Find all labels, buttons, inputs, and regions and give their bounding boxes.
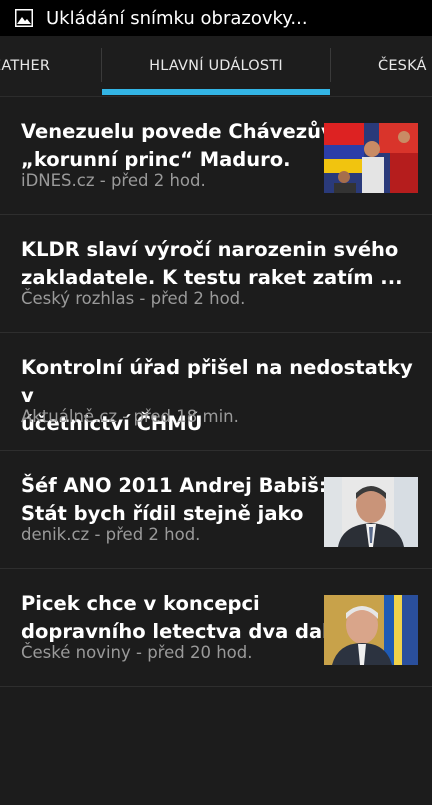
news-source: denik.cz - před 2 hod. [21, 525, 201, 544]
news-item[interactable] [0, 687, 432, 805]
news-title: Venezuelu povede Chávezův „korunní princ… [21, 118, 334, 174]
tab-top-stories[interactable]: HLAVNÍ UDÁLOSTI [102, 36, 330, 96]
news-thumbnail [324, 595, 418, 665]
tab-bar: EATHER HLAVNÍ UDÁLOSTI ČESKÁ R [0, 36, 432, 97]
status-text: Ukládání snímku obrazovky... [46, 7, 308, 29]
tab-divider [330, 48, 331, 82]
news-title-line: KLDR slaví výročí narozenin svého [21, 238, 399, 261]
news-title-line: Stát bych řídil stejně jako [21, 502, 304, 525]
news-item[interactable]: Picek chce v koncepci dopravního letectv… [0, 569, 432, 687]
news-item[interactable]: Šéf ANO 2011 Andrej Babiš: Stát bych říd… [0, 451, 432, 569]
active-tab-indicator [102, 89, 330, 95]
image-icon [13, 7, 35, 29]
news-item[interactable]: Kontrolní úřad přišel na nedostatky v úč… [0, 333, 432, 451]
news-source: iDNES.cz - před 2 hod. [21, 171, 206, 190]
news-source: Český rozhlas - před 2 hod. [21, 289, 246, 308]
news-item[interactable]: Venezuelu povede Chávezův „korunní princ… [0, 97, 432, 215]
news-title-line: Picek chce v koncepci [21, 592, 260, 615]
news-title-line: Venezuelu povede Chávezův [21, 120, 334, 143]
news-title: KLDR slaví výročí narozenin svého zaklad… [21, 236, 403, 292]
news-title-line: zakladatele. K testu raket zatím ... [21, 266, 403, 289]
status-bar: Ukládání snímku obrazovky... [0, 0, 432, 36]
news-thumbnail [324, 477, 418, 547]
news-source: České noviny - před 20 hod. [21, 643, 253, 662]
tab-czech-republic[interactable]: ČESKÁ R [378, 36, 432, 96]
news-title-line: Šéf ANO 2011 Andrej Babiš: [21, 474, 327, 497]
news-list: Venezuelu povede Chávezův „korunní princ… [0, 97, 432, 805]
news-item[interactable]: KLDR slaví výročí narozenin svého zaklad… [0, 215, 432, 333]
tab-weather[interactable]: EATHER [0, 36, 72, 96]
news-title: Picek chce v koncepci dopravního letectv… [21, 590, 347, 646]
news-title: Šéf ANO 2011 Andrej Babiš: Stát bych říd… [21, 472, 327, 528]
news-title-line: Kontrolní úřad přišel na nedostatky v [21, 356, 413, 407]
news-source: Aktuálně.cz - před 18 min. [21, 407, 239, 426]
news-title-line: „korunní princ“ Maduro. [21, 148, 291, 171]
news-title-line: dopravního letectva dva další [21, 620, 348, 643]
news-thumbnail [324, 123, 418, 193]
